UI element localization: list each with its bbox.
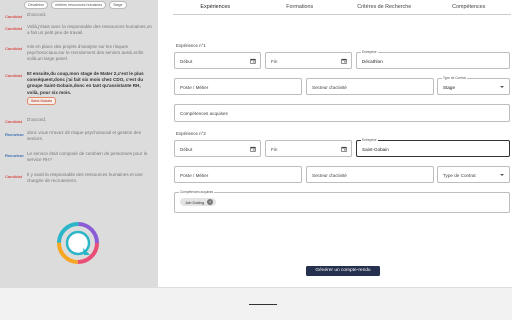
app-logo-icon [57, 222, 99, 264]
chat-message: Candidat mis en place des projets d'anal… [5, 44, 155, 63]
secteur-placeholder: Secteur d'activité [312, 173, 347, 178]
poste-placeholder: Poste / Métier [180, 173, 209, 178]
tab-criteres[interactable]: Critères de Recherche [342, 0, 427, 14]
experience-title: Expérience n°1 [176, 43, 206, 48]
message-text: Voilà,j'étais avec la responsable des re… [27, 24, 152, 36]
message-text: D'accord. [27, 117, 47, 122]
chevron-down-icon[interactable] [500, 86, 504, 88]
fin-placeholder: Fin [271, 147, 278, 152]
message-text: D'accord. [27, 12, 47, 17]
poste-field[interactable]: Poste / Métier [174, 166, 302, 183]
fin-date-field[interactable]: Fin [265, 52, 352, 69]
entreprise-field[interactable]: Entreprise Décathlon [356, 50, 510, 69]
message-text: mis en place des projets d'analyse sur l… [27, 44, 144, 62]
contrat-select[interactable]: Type de Contrat [437, 166, 510, 183]
message-text-highlighted: Et ensuite,du coup,mon stage de Mater 2,… [27, 71, 152, 106]
speaker-label: Candidat [5, 73, 23, 78]
message-text: Le service était composé de combien de p… [27, 151, 148, 163]
message-text: donc vous m'avez dit risque psychosocial… [27, 130, 141, 142]
skill-chip[interactable]: Job Dating × [180, 198, 217, 206]
contrat-value: Stage [443, 85, 456, 90]
competences-field[interactable]: Compétences acquises [174, 104, 510, 122]
entreprise-field[interactable]: Entreprise Saint-Gobain [356, 138, 510, 157]
skill-chip-label: Job Dating [185, 199, 205, 205]
home-indicator[interactable] [249, 304, 277, 306]
message-text: Il y avait la responsable des ressources… [27, 172, 143, 184]
chat-message: Recruteur Le service était composé de co… [5, 151, 155, 163]
entreprise-legend: Entreprise [361, 138, 378, 142]
chat-message: Recruteur donc vous m'avez dit risque ps… [5, 130, 155, 142]
speaker-label: Candidat [5, 26, 23, 31]
debut-date-field[interactable]: Début [174, 52, 261, 69]
contrat-select[interactable]: Type de Contrat Stage [437, 76, 510, 95]
calendar-icon[interactable] [250, 58, 256, 64]
experience-title: Expérience n°2 [176, 131, 206, 136]
entreprise-value: Saint-Gobain [362, 147, 389, 152]
calendar-icon[interactable] [250, 146, 256, 152]
context-chips: Décathlon métiers ressources humaines St… [24, 1, 127, 9]
entity-tag[interactable]: Saint-Gobain [27, 96, 57, 106]
calendar-icon[interactable] [341, 146, 347, 152]
competences-legend: Compétences acquises [179, 190, 215, 194]
tab-formations[interactable]: Formations [258, 0, 343, 14]
chat-message: Candidat D'accord. [5, 117, 155, 124]
speaker-label: Candidat [5, 46, 23, 51]
speaker-label: Candidat [5, 14, 23, 19]
debut-date-field[interactable]: Début [174, 140, 261, 157]
message-text: Et ensuite,du coup,mon stage de Mater 2,… [27, 71, 144, 95]
poste-placeholder: Poste / Métier [180, 85, 209, 90]
contrat-placeholder: Type de Contrat [443, 173, 476, 178]
speaker-label: Recruteur [5, 132, 24, 137]
secteur-placeholder: Secteur d'activité [312, 85, 347, 90]
context-chip[interactable]: métiers ressources humaines [51, 1, 107, 9]
debut-placeholder: Début [180, 59, 193, 64]
speaker-label: Recruteur [5, 153, 24, 158]
competences-field[interactable]: Compétences acquises Job Dating × [174, 190, 510, 213]
close-icon[interactable]: × [207, 199, 214, 205]
secteur-field[interactable]: Secteur d'activité [306, 166, 434, 183]
poste-field[interactable]: Poste / Métier [174, 78, 302, 95]
fin-date-field[interactable]: Fin [265, 140, 352, 157]
context-chip[interactable]: Stage [109, 1, 127, 9]
debut-placeholder: Début [180, 147, 193, 152]
contrat-legend: Type de Contrat [442, 76, 467, 80]
chat-message: Candidat D'accord. [5, 12, 155, 19]
tab-bar: Expériences Formations Critères de Reche… [173, 0, 512, 15]
competences-placeholder: Compétences acquises [180, 111, 228, 116]
chevron-down-icon[interactable] [500, 174, 504, 176]
generate-report-button[interactable]: Générer un compte-rendu [306, 266, 380, 276]
app-root: Décathlon métiers ressources humaines St… [0, 0, 512, 320]
entreprise-legend: Entreprise [361, 50, 378, 54]
fin-placeholder: Fin [271, 59, 278, 64]
chat-message: Candidat Voilà,j'étais avec la responsab… [5, 24, 155, 36]
tab-divider [173, 14, 511, 15]
chat-message: Candidat Il y avait la responsable des r… [5, 172, 155, 184]
secteur-field[interactable]: Secteur d'activité [306, 78, 434, 95]
speaker-label: Candidat [5, 119, 23, 124]
tab-experiences[interactable]: Expériences [173, 0, 258, 15]
calendar-icon[interactable] [341, 58, 347, 64]
context-chip[interactable]: Décathlon [24, 1, 49, 9]
speaker-label: Candidat [5, 174, 23, 179]
chat-message: Candidat Et ensuite,du coup,mon stage de… [5, 71, 155, 106]
tab-competences[interactable]: Compétences [427, 0, 512, 14]
bottom-bar [0, 287, 512, 320]
entreprise-value: Décathlon [362, 59, 383, 64]
transcript-panel[interactable]: Décathlon métiers ressources humaines St… [0, 0, 158, 287]
